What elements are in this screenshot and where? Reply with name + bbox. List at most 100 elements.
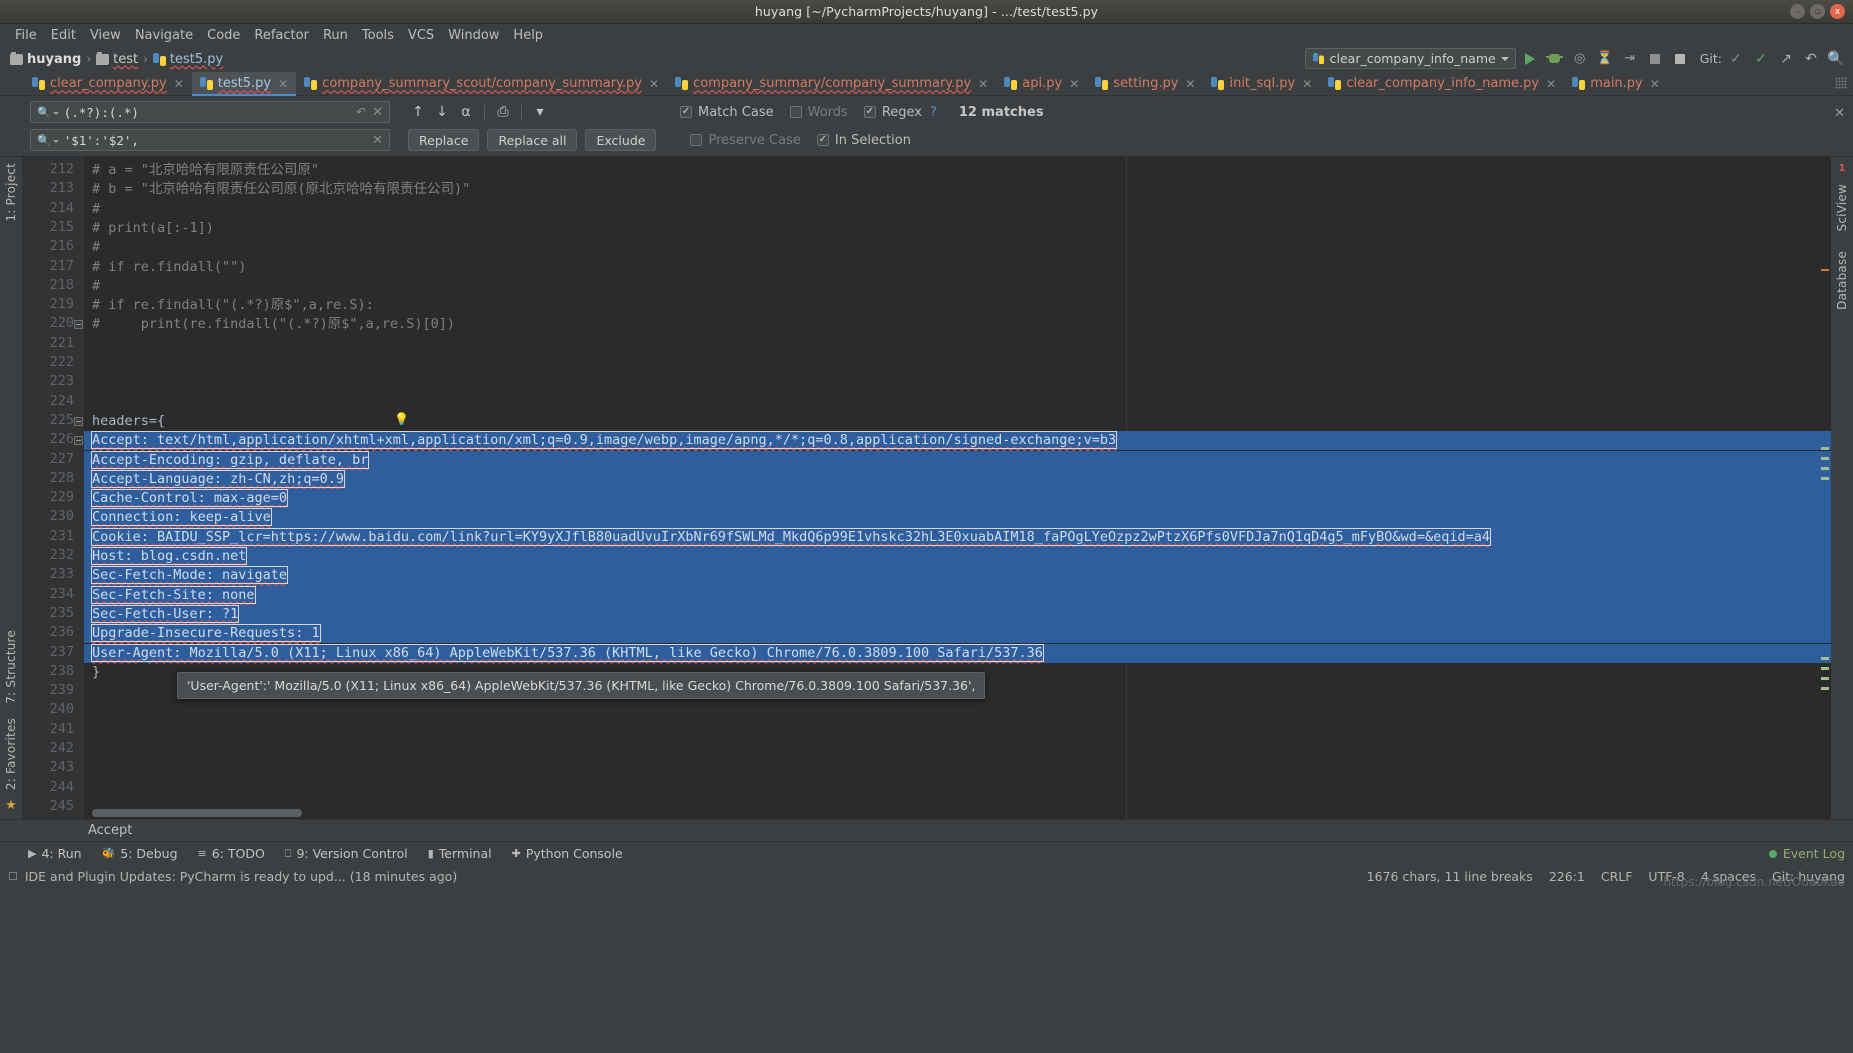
code-line[interactable]: Cache-Control: max-age=0 [90, 489, 289, 508]
code-line[interactable]: # if re.findall("") [92, 258, 246, 277]
code-line[interactable]: Accept: text/html,application/xhtml+xml,… [90, 431, 1118, 450]
favorites-star-icon[interactable]: ★ [5, 798, 17, 813]
close-icon[interactable]: ✕ [1650, 77, 1660, 91]
option-regex[interactable]: Regex [863, 105, 922, 120]
attach-icon[interactable]: ⇥ [1619, 48, 1641, 69]
menu-run[interactable]: Run [316, 26, 355, 45]
tool-button-favorites[interactable]: 2: Favorites [4, 718, 18, 790]
status-caret-position[interactable]: 226:1 [1549, 869, 1585, 884]
close-find-panel-icon[interactable]: ✕ [1834, 106, 1845, 121]
close-icon[interactable]: ✕ [1546, 77, 1556, 91]
prev-match-icon[interactable]: ↑ [408, 102, 428, 122]
breadcrumb-test5py[interactable]: test5.py [151, 52, 225, 67]
code-line[interactable]: Accept-Language: zh-CN,zh;q=0.9 [91, 469, 345, 489]
in-selection-checkbox[interactable] [816, 134, 829, 146]
code-line[interactable]: # print(re.findall("(.*?)原$",a,re.S)[0]) [92, 315, 455, 334]
inspection-bulb-icon[interactable]: 💡 [394, 412, 409, 426]
tab-company_summary_scout[interactable]: company_summary_scout/company_summary.py… [296, 72, 667, 95]
event-log-button[interactable]: Event Log [1768, 846, 1845, 861]
code-editor[interactable]: 212 213 214 215 216 217 218 219 220−221 222 223 224… [22, 157, 1831, 819]
push-icon[interactable]: ↗ [1775, 48, 1797, 69]
menu-file[interactable]: File [8, 26, 44, 45]
exclude-button[interactable]: Exclude [585, 129, 657, 151]
tab-clear_company[interactable]: clear_company.py ✕ [24, 72, 192, 95]
replace-all-button[interactable]: Replace all [487, 129, 578, 151]
chevron-down-icon[interactable] [52, 140, 59, 143]
code-line[interactable]: # print(a[:-1]) [92, 219, 214, 238]
close-icon[interactable]: ✕ [174, 77, 184, 91]
close-button[interactable]: x [1830, 4, 1845, 19]
tool-button-structure[interactable]: 7: Structure [4, 630, 18, 704]
commit-icon[interactable]: ✓ [1750, 48, 1772, 69]
code-text[interactable]: # a = "北京哈哈有限原责任公司原" # b = "北京哈哈有限责任公司原(原… [84, 157, 1831, 819]
menu-vcs[interactable]: VCS [401, 26, 441, 45]
words-checkbox[interactable] [789, 106, 802, 118]
select-all-occurrences-icon[interactable]: ⍺ [456, 102, 476, 122]
tab-test5[interactable]: test5.py ✕ [191, 72, 297, 96]
error-stripe[interactable] [1819, 157, 1829, 819]
code-line[interactable]: Sec-Fetch-User: ?1 [90, 604, 240, 624]
rollback-icon[interactable]: ↶ [1800, 48, 1822, 69]
code-line[interactable]: } [92, 663, 100, 682]
profile-icon[interactable]: ⏳ [1594, 48, 1616, 69]
option-match-case[interactable]: Match Case [680, 105, 774, 120]
debug-icon[interactable] [1544, 48, 1566, 69]
tab-setting[interactable]: setting.py ✕ [1087, 72, 1203, 95]
layout-icon[interactable] [1669, 48, 1691, 69]
code-fold-toggle[interactable]: − [74, 416, 83, 426]
code-line[interactable]: # b = "北京哈哈有限责任公司原(原北京哈哈有限责任公司)" [92, 180, 470, 199]
code-line[interactable]: Cookie: BAIDU_SSP_lcr=https://www.baidu.… [91, 527, 1491, 547]
tab-list-grip-icon[interactable] [1835, 77, 1847, 89]
menu-window[interactable]: Window [441, 26, 506, 45]
open-in-find-window-icon[interactable]: ⎙ [493, 102, 513, 122]
replace-button[interactable]: Replace [408, 129, 480, 151]
run-icon[interactable] [1519, 48, 1541, 69]
close-icon[interactable]: ✕ [278, 77, 288, 91]
code-fold-toggle[interactable]: − [74, 436, 83, 446]
maximize-button[interactable]: ▫ [1810, 4, 1825, 19]
menu-help[interactable]: Help [506, 26, 550, 45]
regex-help-icon[interactable]: ? [930, 105, 937, 120]
match-case-checkbox[interactable] [680, 106, 692, 118]
menu-edit[interactable]: Edit [44, 26, 83, 45]
tab-main[interactable]: main.py ✕ [1564, 72, 1668, 95]
code-line[interactable]: # a = "北京哈哈有限原责任公司原" [92, 161, 319, 180]
code-line[interactable]: # [92, 238, 100, 257]
code-line[interactable]: Connection: keep-alive [91, 508, 272, 527]
code-line[interactable]: Accept-Encoding: gzip, deflate, br [90, 450, 370, 470]
update-project-icon[interactable]: ✓ [1725, 48, 1747, 69]
code-line[interactable]: Upgrade-Insecure-Requests: 1 [91, 624, 321, 643]
code-line[interactable]: headers={ [92, 412, 165, 431]
breadcrumb-test[interactable]: test [94, 51, 140, 67]
code-line[interactable]: # if re.findall("(.*?)原$",a,re.S): [92, 296, 374, 315]
code-line[interactable]: User-Agent: Mozilla/5.0 (X11; Linux x86_… [91, 643, 1044, 663]
menu-refactor[interactable]: Refactor [247, 26, 316, 45]
search-input[interactable]: 🔍 (.*?):(.*) ↶ ✕ [30, 101, 390, 123]
replace-input[interactable]: 🔍 '$1':'$2', ✕ [30, 129, 390, 151]
tool-button-database[interactable]: Database [1835, 251, 1849, 310]
tool-button-sciview[interactable]: SciView [1835, 184, 1849, 231]
tool-window-python-console[interactable]: ✚ Python Console [512, 846, 623, 861]
run-configuration-selector[interactable]: clear_company_info_name [1304, 48, 1516, 69]
coverage-icon[interactable]: ◎ [1569, 48, 1591, 69]
menu-navigate[interactable]: Navigate [128, 26, 200, 45]
preserve-case-checkbox[interactable] [690, 134, 703, 146]
code-line[interactable]: # [92, 277, 100, 296]
close-icon[interactable]: ✕ [1069, 77, 1079, 91]
option-in-selection[interactable]: In Selection [816, 133, 911, 148]
close-icon[interactable]: ✕ [1185, 77, 1195, 91]
menu-code[interactable]: Code [200, 26, 247, 45]
tab-api[interactable]: api.py ✕ [996, 72, 1087, 95]
menu-view[interactable]: View [83, 26, 128, 45]
search-everywhere-icon[interactable]: 🔍 [1825, 48, 1847, 69]
horizontal-scrollbar[interactable] [92, 809, 302, 817]
tool-window-run[interactable]: ▶ 4: Run [28, 846, 82, 861]
option-words[interactable]: Words [789, 105, 848, 120]
tab-clear_company_info_name[interactable]: clear_company_info_name.py ✕ [1320, 72, 1564, 95]
chevron-down-icon[interactable] [52, 112, 59, 115]
tab-init_sql[interactable]: init_sql.py ✕ [1203, 72, 1320, 95]
tool-window-debug[interactable]: 🐝 5: Debug [102, 846, 178, 861]
code-line[interactable]: Sec-Fetch-Mode: navigate [90, 566, 289, 585]
tool-window-terminal[interactable]: ▮ Terminal [428, 846, 492, 861]
menu-tools[interactable]: Tools [355, 26, 401, 45]
